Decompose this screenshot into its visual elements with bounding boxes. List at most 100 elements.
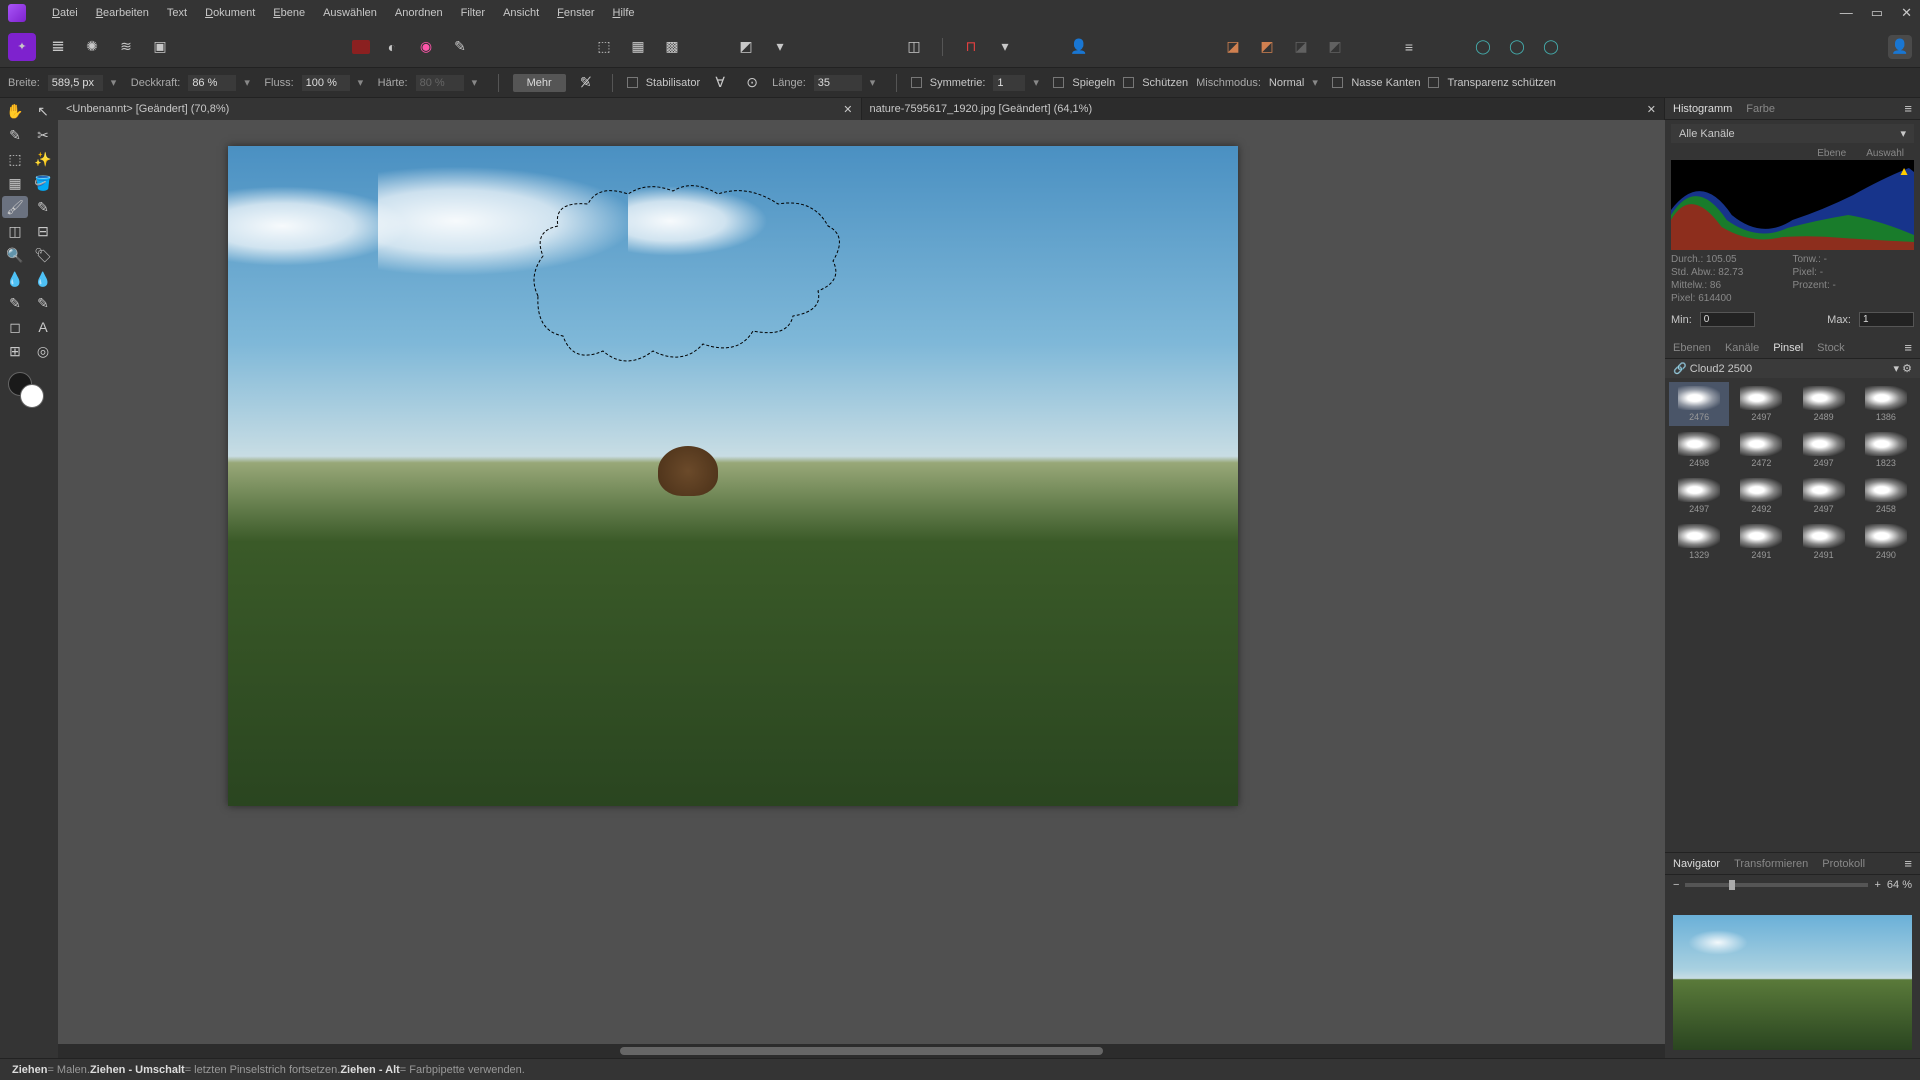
wand-tool-icon[interactable]: ✨ xyxy=(30,148,56,170)
brush-preset[interactable]: 2489 xyxy=(1794,382,1854,426)
menu-filter[interactable]: Filter xyxy=(461,7,485,19)
fluss-input[interactable] xyxy=(302,75,350,91)
brush-preset[interactable]: 2491 xyxy=(1731,520,1791,564)
brush-preset[interactable]: 2490 xyxy=(1856,520,1916,564)
tab-pinsel[interactable]: Pinsel xyxy=(1773,342,1803,354)
stabilisator-checkbox[interactable] xyxy=(627,77,638,88)
brush-preset[interactable]: 1329 xyxy=(1669,520,1729,564)
brush-preset[interactable]: 2497 xyxy=(1669,474,1729,518)
stamp-tool-icon[interactable]: 🏷 xyxy=(30,244,56,266)
export-persona-icon[interactable]: ▣ xyxy=(148,35,172,59)
text-tool-icon[interactable]: A xyxy=(30,316,56,338)
pressure-icon[interactable]: ✎̸ xyxy=(574,71,598,95)
misch-value[interactable]: Normal xyxy=(1269,77,1304,89)
arrange2-icon[interactable]: ◩ xyxy=(1255,35,1279,59)
brush-preset[interactable]: 2497 xyxy=(1794,428,1854,472)
quick-mask-dd-icon[interactable]: ▾ xyxy=(768,35,792,59)
rope-icon[interactable]: Ɐ xyxy=(708,71,732,95)
zoom-slider[interactable] xyxy=(1685,883,1868,887)
quick-mask-icon[interactable]: ◩ xyxy=(734,35,758,59)
breite-input[interactable] xyxy=(48,75,103,91)
tone-persona-icon[interactable]: ≋ xyxy=(114,35,138,59)
selection-mode1-icon[interactable]: ⬚ xyxy=(592,35,616,59)
bucket-tool-icon[interactable]: 🪣 xyxy=(30,172,56,194)
max-input[interactable] xyxy=(1859,312,1914,327)
tab-farbe[interactable]: Farbe xyxy=(1746,103,1775,115)
close-icon[interactable]: ✕ xyxy=(1901,5,1912,21)
laenge-dd-icon[interactable]: ▾ xyxy=(870,76,882,89)
hand-tool-icon[interactable]: ✋ xyxy=(2,100,28,122)
pipette-tool-icon[interactable]: 💧 xyxy=(2,268,28,290)
blur-tool-icon[interactable]: 💧 xyxy=(30,268,56,290)
panel-menu-icon[interactable]: ≡ xyxy=(1904,340,1912,355)
symmetrie-dd-icon[interactable]: ▾ xyxy=(1033,76,1045,89)
mehr-button[interactable]: Mehr xyxy=(513,74,566,92)
picker-icon[interactable]: ✎ xyxy=(448,35,472,59)
symmetrie-input[interactable] xyxy=(993,75,1025,91)
haerte-dd-icon[interactable]: ▾ xyxy=(472,76,484,89)
canvas-area[interactable] xyxy=(58,120,1665,1044)
menu-auswaehlen[interactable]: Auswählen xyxy=(323,7,377,19)
menu-text[interactable]: Text xyxy=(167,7,187,19)
tab-stock[interactable]: Stock xyxy=(1817,342,1845,354)
nasse-checkbox[interactable] xyxy=(1332,77,1343,88)
menu-dokument[interactable]: Dokument xyxy=(205,7,255,19)
tab-navigator[interactable]: Navigator xyxy=(1673,858,1720,870)
app-icon[interactable] xyxy=(8,4,26,22)
zoom-tool-icon[interactable]: 🔍 xyxy=(2,244,28,266)
menu-ebene[interactable]: Ebene xyxy=(273,7,305,19)
magnet-dd-icon[interactable]: ▾ xyxy=(993,35,1017,59)
clone-tool-icon[interactable]: ⊟ xyxy=(30,220,56,242)
menu-ansicht[interactable]: Ansicht xyxy=(503,7,539,19)
flood-tool-icon[interactable]: ▦ xyxy=(2,172,28,194)
mesh-tool-icon[interactable]: ⊞ xyxy=(2,340,28,362)
panel-menu-icon[interactable]: ≡ xyxy=(1904,856,1912,871)
shape-tool-icon[interactable]: ◻ xyxy=(2,316,28,338)
swatch2-icon[interactable]: ◉ xyxy=(414,35,438,59)
align-icon[interactable]: ≡ xyxy=(1397,35,1421,59)
brush-category-select[interactable]: 🔗 Cloud2 2500▾ ⚙ xyxy=(1665,359,1920,378)
crop-tool-icon[interactable]: ◫ xyxy=(902,35,926,59)
develop-persona-icon[interactable]: ✺ xyxy=(80,35,104,59)
tab-kanaele[interactable]: Kanäle xyxy=(1725,342,1759,354)
tab-ebenen[interactable]: Ebenen xyxy=(1673,342,1711,354)
stock2-icon[interactable]: ◯ xyxy=(1505,35,1529,59)
brush-preset[interactable]: 2458 xyxy=(1856,474,1916,518)
heal-tool-icon[interactable]: ✎ xyxy=(30,292,56,314)
photo-persona-icon[interactable]: ✦ xyxy=(8,33,36,61)
brush-preset[interactable]: 2492 xyxy=(1731,474,1791,518)
marquee-tool-icon[interactable]: ⬚ xyxy=(2,148,28,170)
brush-preset[interactable]: 2472 xyxy=(1731,428,1791,472)
window-icon[interactable]: ⊙ xyxy=(740,71,764,95)
assistant-icon[interactable]: 👤 xyxy=(1067,35,1091,59)
eraser-tool-icon[interactable]: ◫ xyxy=(2,220,28,242)
brush-preset[interactable]: 2497 xyxy=(1794,474,1854,518)
tab-transformieren[interactable]: Transformieren xyxy=(1734,858,1808,870)
deckkraft-input[interactable] xyxy=(188,75,236,91)
pen-brush-tool-icon[interactable]: ✎ xyxy=(30,196,56,218)
ebene-label[interactable]: Ebene xyxy=(1817,148,1846,159)
fluss-dd-icon[interactable]: ▾ xyxy=(358,76,370,89)
move-tool-icon[interactable]: ↖ xyxy=(30,100,56,122)
misch-dd-icon[interactable]: ▾ xyxy=(1312,76,1324,89)
brush-preset[interactable]: 2498 xyxy=(1669,428,1729,472)
zoom-out-icon[interactable]: − xyxy=(1673,879,1679,891)
stock3-icon[interactable]: ◯ xyxy=(1539,35,1563,59)
panel-menu-icon[interactable]: ≡ xyxy=(1904,101,1912,116)
swatch1-icon[interactable]: ◐ xyxy=(380,35,404,59)
tab-close-icon[interactable]: ✕ xyxy=(843,103,852,116)
tab-protokoll[interactable]: Protokoll xyxy=(1822,858,1865,870)
min-input[interactable] xyxy=(1700,312,1755,327)
menu-hilfe[interactable]: Hilfe xyxy=(612,7,634,19)
breite-dd-icon[interactable]: ▾ xyxy=(111,76,123,89)
account-icon[interactable]: 👤 xyxy=(1888,35,1912,59)
deckkraft-dd-icon[interactable]: ▾ xyxy=(244,76,256,89)
color-chip-icon[interactable] xyxy=(352,40,370,54)
laenge-input[interactable] xyxy=(814,75,862,91)
liquify-persona-icon[interactable]: 𝌆 xyxy=(46,35,70,59)
channel-select[interactable]: Alle Kanäle▾ xyxy=(1671,124,1914,143)
target-tool-icon[interactable]: ◎ xyxy=(30,340,56,362)
brush-tool-icon[interactable]: 🖌 xyxy=(2,196,28,218)
menu-bearbeiten[interactable]: Bearbeiten xyxy=(96,7,149,19)
dodge-tool-icon[interactable]: ✎ xyxy=(2,292,28,314)
